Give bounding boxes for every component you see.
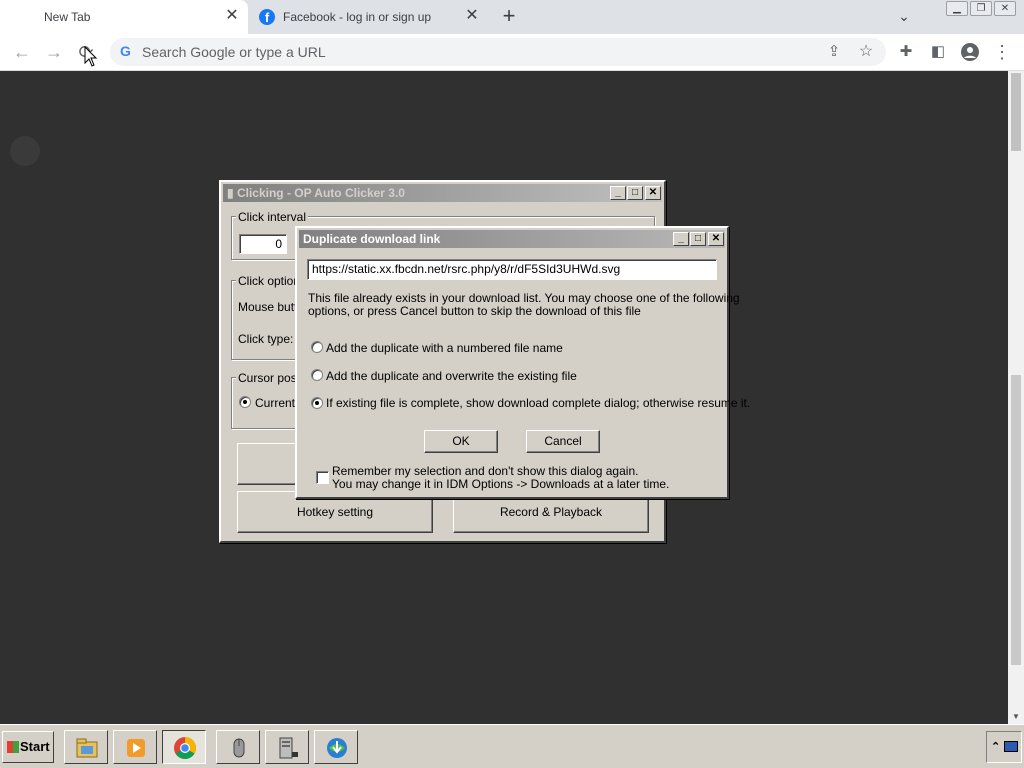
dialog-title: Duplicate download link: [303, 232, 441, 246]
server-icon[interactable]: [265, 730, 309, 764]
tab-title: Facebook - log in or sign up: [283, 10, 432, 24]
start-button[interactable]: Start: [2, 731, 54, 763]
tab-facebook[interactable]: f Facebook - log in or sign up ✕: [248, 0, 488, 34]
side-panel-icon[interactable]: ◧: [926, 40, 950, 64]
window-controls: ▁ ❐ ✕: [946, 1, 1016, 16]
minimize-icon[interactable]: ▁: [946, 1, 968, 16]
start-label: Start: [20, 739, 50, 754]
share-icon[interactable]: ⇪: [822, 40, 846, 64]
option-overwrite-radio[interactable]: [311, 369, 323, 381]
menu-dots-icon[interactable]: ⋮: [990, 40, 1014, 64]
remember-line-1[interactable]: Remember my selection and don't show thi…: [332, 464, 638, 478]
idm-icon[interactable]: [314, 730, 358, 764]
ok-button[interactable]: OK: [424, 430, 498, 453]
duplicate-link-dialog: Duplicate download link _ □ ✕ https://st…: [295, 226, 750, 499]
show-hidden-icons-icon[interactable]: ⌃: [991, 740, 1000, 753]
new-tab-button[interactable]: +: [498, 5, 520, 28]
maximize-icon[interactable]: □: [690, 232, 706, 246]
dimmed-avatar: [10, 136, 40, 166]
system-tray: ⌃: [986, 731, 1022, 763]
omnibox-input[interactable]: [142, 43, 742, 61]
close-icon[interactable]: ✕: [708, 232, 724, 246]
file-manager-icon[interactable]: [64, 730, 108, 764]
media-player-icon[interactable]: [113, 730, 157, 764]
url-field[interactable]: https://static.xx.fbcdn.net/rsrc.php/y8/…: [307, 259, 717, 280]
extensions-icon[interactable]: ✚: [894, 40, 918, 64]
tab-search-chevron-icon[interactable]: ⌄: [894, 8, 914, 26]
mouse-app-icon: ▮: [227, 186, 237, 200]
message-line-2: options, or press Cancel button to skip …: [308, 304, 641, 318]
windows-flag-icon: [7, 741, 19, 753]
remember-line-2: You may change it in IDM Options -> Down…: [332, 477, 670, 491]
tab-title: New Tab: [44, 10, 91, 24]
mouse-icon[interactable]: [216, 730, 260, 764]
profile-avatar-icon[interactable]: [958, 40, 982, 64]
option-numbered-label[interactable]: Add the duplicate with a numbered file n…: [326, 341, 563, 355]
dialog-titlebar[interactable]: Duplicate download link _ □ ✕: [299, 230, 725, 248]
group-label: Click interval: [236, 210, 309, 224]
network-monitor-icon[interactable]: [1004, 741, 1018, 752]
close-tab-icon[interactable]: ✕: [464, 8, 480, 24]
current-location-radio[interactable]: [239, 396, 251, 408]
forward-arrow-icon[interactable]: →: [42, 40, 66, 64]
scrollbar-thumb[interactable]: [1011, 73, 1021, 151]
tab-new-tab[interactable]: New Tab ✕: [0, 0, 248, 34]
restore-icon[interactable]: ❐: [970, 1, 992, 16]
message-line-1: This file already exists in your downloa…: [308, 291, 740, 305]
scroll-down-icon[interactable]: ▼: [1008, 712, 1024, 724]
chrome-icon[interactable]: [162, 730, 206, 764]
option-numbered-radio[interactable]: [311, 341, 323, 353]
taskbar: Start ⌃: [0, 724, 1024, 768]
click-type-label: Click type:: [238, 332, 294, 346]
option-overwrite-label[interactable]: Add the duplicate and overwrite the exis…: [326, 369, 577, 383]
cancel-button[interactable]: Cancel: [526, 430, 600, 453]
minimize-icon[interactable]: _: [610, 186, 626, 200]
vertical-scrollbar[interactable]: ▲ ▼: [1008, 71, 1024, 724]
close-icon[interactable]: ✕: [645, 186, 661, 200]
close-tab-icon[interactable]: ✕: [224, 8, 240, 24]
close-icon[interactable]: ✕: [994, 1, 1016, 16]
scrollbar-track-segment: [1011, 375, 1021, 665]
window-title: Clicking - OP Auto Clicker 3.0: [236, 186, 405, 200]
back-arrow-icon[interactable]: ←: [10, 40, 34, 64]
interval-hours-field[interactable]: 0: [239, 234, 287, 254]
option-resume-label[interactable]: If existing file is complete, show downl…: [326, 396, 750, 410]
option-resume-radio[interactable]: [311, 397, 323, 409]
mouse-cursor-icon: [84, 46, 98, 67]
bookmark-star-icon[interactable]: ☆: [854, 40, 878, 64]
google-icon: G: [120, 43, 131, 59]
minimize-icon[interactable]: _: [673, 232, 689, 246]
facebook-icon: f: [259, 9, 275, 25]
maximize-icon[interactable]: □: [627, 186, 643, 200]
remember-selection-checkbox[interactable]: [316, 471, 329, 484]
autoclicker-titlebar[interactable]: ▮ Clicking - OP Auto Clicker 3.0 _ □ ✕: [223, 184, 662, 202]
tab-strip: New Tab ✕ f Facebook - log in or sign up…: [0, 0, 1024, 34]
